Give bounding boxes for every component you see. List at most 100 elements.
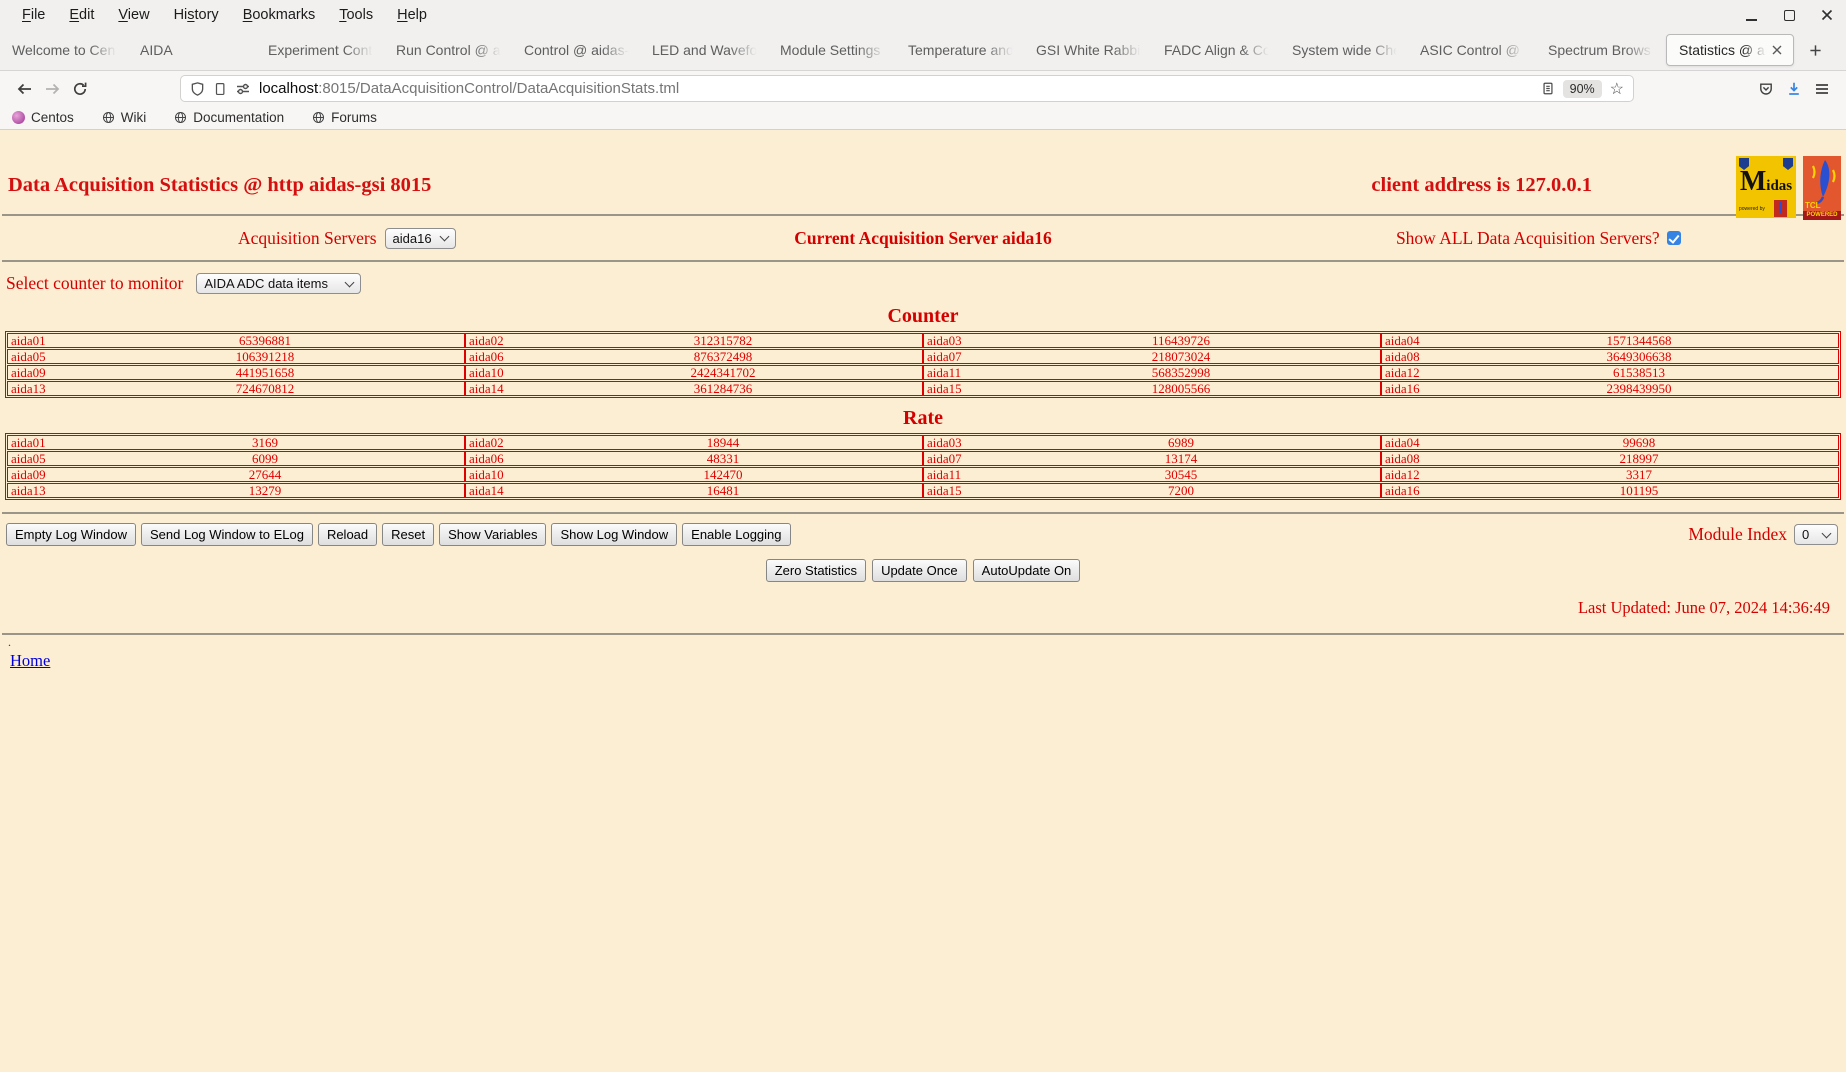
bookmarks-bar: Centos Wiki Documentation Forums bbox=[0, 106, 1846, 130]
logos: Midas powered by TCL POWERED bbox=[1736, 156, 1841, 220]
pocket-icon bbox=[1760, 83, 1772, 95]
counter-row: aida05 106391218 aida06 876372498 aida07 2180… bbox=[7, 349, 1839, 364]
module-index-label: Module Index bbox=[1688, 524, 1787, 544]
update-once-button[interactable]: Update Once bbox=[872, 559, 967, 582]
channel-name: aida01 bbox=[11, 434, 46, 450]
downloads-button[interactable] bbox=[1780, 75, 1808, 103]
zero-statistics-button[interactable]: Zero Statistics bbox=[765, 559, 867, 582]
tab-system-wide-che[interactable]: System wide Che bbox=[1280, 30, 1408, 70]
tab-spectrum-brows[interactable]: Spectrum Brows bbox=[1536, 30, 1664, 70]
tab-asic-control-a[interactable]: ASIC Control @ a bbox=[1408, 30, 1536, 70]
reset-button[interactable]: Reset bbox=[382, 523, 435, 546]
tab-label: ASIC Control @ a bbox=[1420, 42, 1528, 58]
counter-row: aida13 724670812 aida14 361284736 aida15 1280… bbox=[7, 381, 1839, 396]
counter-selector-row: Select counter to monitor AIDA ADC data … bbox=[0, 262, 1846, 296]
tab-run-control-a[interactable]: Run Control @ a bbox=[384, 30, 512, 70]
channel-value: 61538513 bbox=[1613, 364, 1665, 380]
centos-icon bbox=[12, 111, 25, 124]
forward-button[interactable] bbox=[38, 75, 66, 103]
show-log-window-button[interactable]: Show Log Window bbox=[551, 523, 678, 546]
tab-module-settings[interactable]: Module Settings bbox=[768, 30, 896, 70]
acquisition-server-select[interactable]: aida16 bbox=[384, 227, 456, 249]
channel-value: 116439726 bbox=[1151, 332, 1211, 348]
tab-experiment-cont[interactable]: Experiment Cont bbox=[256, 30, 384, 70]
acquisition-server-selector: Acquisition Servers aida16 bbox=[0, 227, 615, 249]
channel-name: aida08 bbox=[1385, 450, 1420, 466]
globe-icon bbox=[174, 111, 187, 124]
channel-name: aida12 bbox=[1385, 466, 1420, 482]
counter-select[interactable]: AIDA ADC data items bbox=[196, 273, 362, 294]
show-all-checkbox[interactable] bbox=[1666, 231, 1681, 245]
reload-button[interactable] bbox=[66, 75, 94, 103]
channel-name: aida11 bbox=[927, 364, 962, 380]
module-index-value: 0 bbox=[1802, 527, 1810, 542]
mini-tcl-badge bbox=[1774, 200, 1787, 217]
channel-name: aida16 bbox=[1385, 380, 1420, 396]
new-tab-button[interactable] bbox=[1800, 30, 1830, 70]
channel-name: aida09 bbox=[11, 364, 46, 380]
empty-log-window-button[interactable]: Empty Log Window bbox=[6, 523, 136, 546]
channel-value: 218073024 bbox=[1151, 348, 1211, 364]
bookmark-documentation[interactable]: Documentation bbox=[174, 110, 284, 125]
menu-bookmarks[interactable]: Bookmarks bbox=[231, 7, 328, 23]
show-variables-button[interactable]: Show Variables bbox=[439, 523, 547, 546]
tab-fadc-align-co[interactable]: FADC Align & Co bbox=[1152, 30, 1280, 70]
minimize-button[interactable] bbox=[1744, 8, 1758, 22]
autoupdate-on-button[interactable]: AutoUpdate On bbox=[972, 559, 1081, 582]
bookmark-wiki[interactable]: Wiki bbox=[102, 110, 146, 125]
menu-history[interactable]: History bbox=[162, 7, 231, 23]
home-link[interactable]: Home bbox=[10, 651, 50, 671]
enable-logging-button[interactable]: Enable Logging bbox=[682, 523, 791, 546]
channel-name: aida12 bbox=[1385, 364, 1420, 380]
chevron-down-icon bbox=[439, 231, 450, 242]
tab-statistics-ai[interactable]: Statistics @ ai bbox=[1666, 34, 1794, 66]
close-tab-icon[interactable] bbox=[1769, 42, 1785, 58]
tab-led-and-wavefo[interactable]: LED and Wavefo bbox=[640, 30, 768, 70]
menu-help[interactable]: Help bbox=[385, 7, 439, 23]
module-index-select[interactable]: 0 bbox=[1794, 524, 1838, 545]
tab-label: Control @ aidas- bbox=[524, 42, 630, 58]
close-icon bbox=[1821, 9, 1833, 21]
reload-button[interactable]: Reload bbox=[317, 523, 378, 546]
tcl-powered-logo[interactable]: TCL POWERED bbox=[1803, 156, 1841, 220]
channel-value: 3169 bbox=[252, 434, 278, 450]
channel-value: 6099 bbox=[252, 450, 278, 466]
rate-table: aida01 3169 aida02 18944 aida03 6989 aida04 996… bbox=[5, 433, 1841, 500]
tab-temperature-and[interactable]: Temperature and bbox=[896, 30, 1024, 70]
acquisition-server-row: Acquisition Servers aida16 Current Acqui… bbox=[0, 216, 1846, 260]
send-log-window-to-elog-button[interactable]: Send Log Window to ELog bbox=[141, 523, 313, 546]
tab-label: FADC Align & Co bbox=[1164, 42, 1271, 58]
tab-aida[interactable]: AIDA bbox=[128, 30, 256, 70]
pocket-button[interactable] bbox=[1752, 75, 1780, 103]
counter-table: aida01 65396881 aida02 312315782 aida03 11643… bbox=[5, 331, 1841, 398]
bookmark-star-icon[interactable]: ☆ bbox=[1610, 79, 1624, 99]
rate-pair: aida11 30545 bbox=[922, 467, 1380, 482]
tab-control-aidas[interactable]: Control @ aidas- bbox=[512, 30, 640, 70]
bookmark-centos[interactable]: Centos bbox=[12, 110, 74, 125]
tab-label: Statistics @ ai bbox=[1679, 42, 1768, 58]
channel-name: aida13 bbox=[11, 482, 46, 498]
reader-mode-icon[interactable] bbox=[1541, 81, 1555, 96]
tab-welcome-to-cen[interactable]: Welcome to Cen bbox=[0, 30, 128, 70]
stray-dot: . bbox=[8, 635, 11, 649]
menu-edit[interactable]: Edit bbox=[57, 7, 106, 23]
channel-value: 99698 bbox=[1622, 434, 1656, 450]
page-content: Midas powered by TCL POWERED Data Acquis… bbox=[0, 130, 1846, 1072]
channel-value: 312315782 bbox=[693, 332, 753, 348]
menu-view[interactable]: View bbox=[106, 7, 161, 23]
tab-gsi-white-rabbit[interactable]: GSI White Rabbit bbox=[1024, 30, 1152, 70]
menu-tools[interactable]: Tools bbox=[327, 7, 385, 23]
back-button[interactable] bbox=[10, 75, 38, 103]
menu-file[interactable]: File bbox=[10, 7, 57, 23]
maximize-button[interactable] bbox=[1782, 8, 1796, 22]
midas-logo[interactable]: Midas powered by bbox=[1736, 156, 1796, 218]
bookmark-forums[interactable]: Forums bbox=[312, 110, 377, 125]
url-bar[interactable]: localhost:8015/DataAcquisitionControl/Da… bbox=[180, 75, 1634, 102]
zoom-level-badge[interactable]: 90% bbox=[1562, 79, 1602, 98]
close-button[interactable] bbox=[1820, 8, 1834, 22]
menu-button[interactable] bbox=[1808, 75, 1836, 103]
back-icon bbox=[17, 83, 31, 94]
browser-window: File Edit View History Bookmarks Tools Help We… bbox=[0, 0, 1846, 1072]
menu-items: File Edit View History Bookmarks Tools Help bbox=[10, 7, 439, 23]
forward-icon bbox=[45, 83, 59, 94]
